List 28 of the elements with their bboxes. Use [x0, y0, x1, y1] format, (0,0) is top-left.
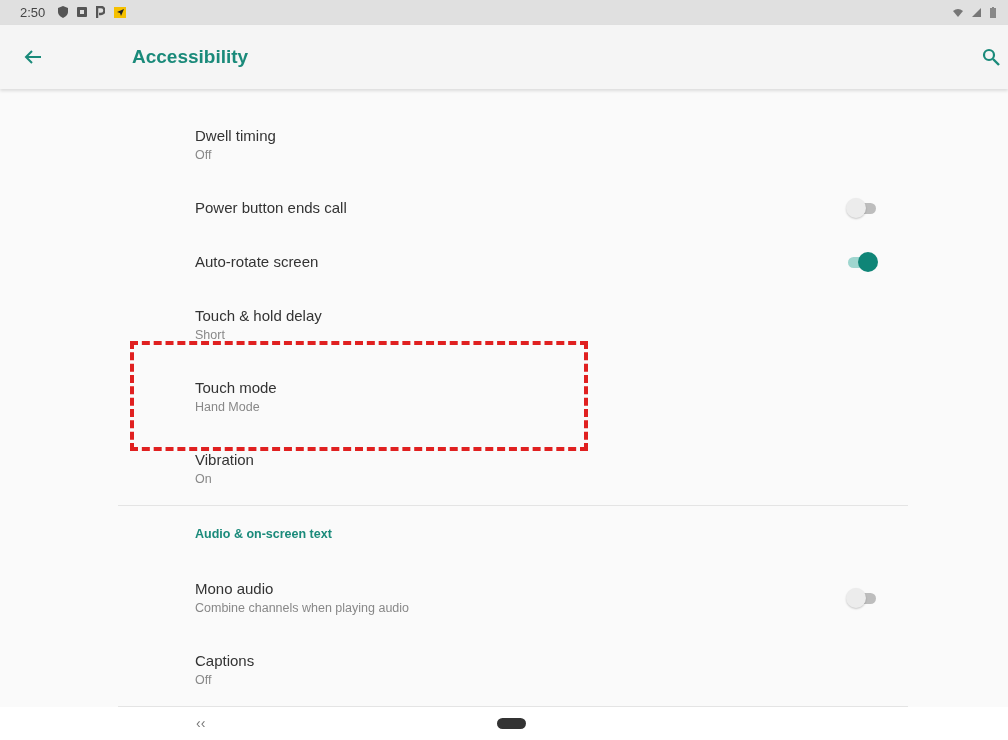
wifi-icon [953, 7, 963, 17]
shield-icon [58, 6, 69, 19]
item-title: Dwell timing [195, 127, 277, 145]
item-title: Touch & hold delay [195, 307, 323, 325]
app-bar-title: Accessibility [132, 45, 249, 68]
item-summary: Off [195, 673, 213, 688]
item-title: Power button ends call [195, 199, 348, 217]
item-title: Mono audio [195, 580, 275, 598]
battery-icon [990, 6, 996, 18]
item-title: Vibration [195, 451, 255, 469]
item-summary: Off [195, 148, 213, 163]
section-header: Audio & on-screen text [194, 525, 333, 543]
back-button[interactable]: ‹‹ [196, 715, 206, 732]
home-pill[interactable] [497, 717, 526, 729]
item-summary: Combine channels when playing audio [195, 601, 411, 616]
item-title: Captions [195, 652, 256, 670]
status-time: 2:50 [20, 4, 46, 20]
p-app-icon [96, 6, 106, 19]
back-arrow-icon[interactable] [24, 48, 42, 65]
item-summary: Hand Mode [195, 400, 261, 415]
item-summary: On [195, 472, 213, 487]
item-title: Auto-rotate screen [195, 253, 320, 271]
location-arrow-icon [114, 6, 127, 18]
search-icon[interactable] [982, 47, 1000, 66]
notification-icon [77, 7, 88, 18]
signal-icon [972, 7, 981, 17]
item-title: Touch mode [195, 379, 278, 397]
item-summary: Short [195, 328, 226, 343]
